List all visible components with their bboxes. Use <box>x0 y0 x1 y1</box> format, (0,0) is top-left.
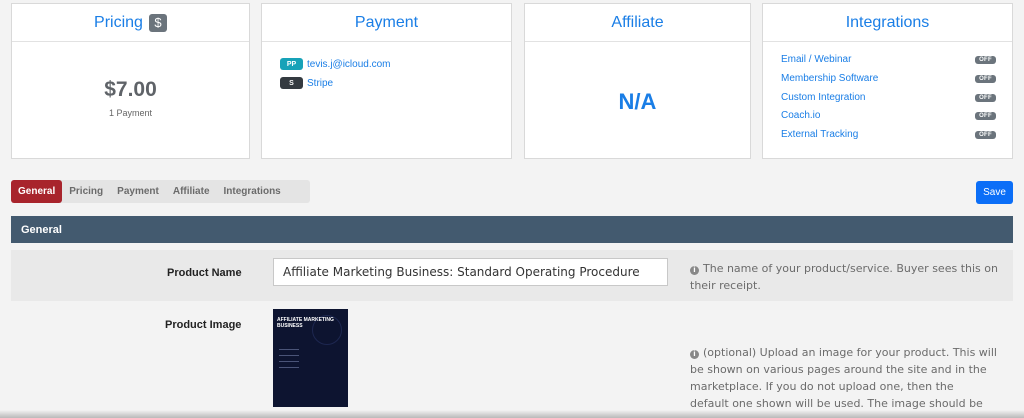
info-icon: i <box>690 350 699 359</box>
integration-label[interactable]: Coach.io <box>781 110 820 121</box>
integration-label[interactable]: Membership Software <box>781 73 878 84</box>
integration-membership-software[interactable]: Membership Software OFF <box>781 73 996 84</box>
stripe-link[interactable]: Stripe <box>307 78 333 89</box>
tab-payment[interactable]: Payment <box>110 180 166 203</box>
price-payment-count: 1 Payment <box>108 108 153 118</box>
product-image-help-line3: marketplace. If you do not upload one, t… <box>690 380 954 393</box>
product-name-help-line2: their receipt. <box>690 279 761 292</box>
tab-affiliate[interactable]: Affiliate <box>166 180 217 203</box>
paypal-badge-icon: PP <box>280 58 303 70</box>
product-image-help-line1: (optional) Upload an image for your prod… <box>703 346 997 359</box>
stripe-badge-icon: S <box>280 77 303 89</box>
save-button[interactable]: Save <box>976 181 1013 204</box>
affiliate-card: Affiliate N/A <box>524 3 751 159</box>
integration-external-tracking[interactable]: External Tracking OFF <box>781 129 996 140</box>
pricing-card: Pricing $ $7.00 1 Payment <box>11 3 250 159</box>
status-badge: OFF <box>975 55 996 64</box>
payment-method-stripe[interactable]: S Stripe <box>280 77 333 89</box>
integration-coach-io[interactable]: Coach.io OFF <box>781 110 996 121</box>
integrations-card-header: Integrations <box>763 4 1012 42</box>
price-value: $7.00 <box>104 78 157 101</box>
integrations-title: Integrations <box>845 13 930 31</box>
affiliate-value: N/A <box>618 89 657 114</box>
product-name-help-line1: The name of your product/service. Buyer … <box>703 262 998 275</box>
product-name-label: Product Name <box>167 267 242 279</box>
product-image-thumbnail[interactable]: AFFILIATE MARKETING BUSINESS <box>273 309 348 407</box>
status-badge: OFF <box>975 93 996 102</box>
cover-line <box>279 349 299 350</box>
integrations-card: Integrations Email / Webinar OFF Members… <box>762 3 1013 159</box>
window-bottom-shadow <box>0 410 1024 418</box>
integration-email-webinar[interactable]: Email / Webinar OFF <box>781 54 996 65</box>
info-icon: i <box>690 266 699 275</box>
section-tabs: General Pricing Payment Affiliate Integr… <box>11 180 310 203</box>
product-image-label: Product Image <box>165 319 242 331</box>
tab-integrations[interactable]: Integrations <box>217 180 288 203</box>
tab-general[interactable]: General <box>11 180 63 203</box>
affiliate-card-header: Affiliate <box>525 4 750 42</box>
affiliate-title: Affiliate <box>611 13 664 31</box>
payment-method-paypal[interactable]: PP tevis.j@icloud.com <box>280 58 391 70</box>
payment-card: Payment PP tevis.j@icloud.com S Stripe <box>261 3 512 159</box>
product-name-help: i The name of your product/service. Buyer… <box>690 260 1010 294</box>
dollar-icon: $ <box>148 13 167 32</box>
product-image-help: i (optional) Upload an image for your pro… <box>690 344 1010 412</box>
integration-label[interactable]: Email / Webinar <box>781 54 851 65</box>
status-badge: OFF <box>975 74 996 83</box>
section-header-general: General <box>11 216 1013 243</box>
paypal-email-link[interactable]: tevis.j@icloud.com <box>307 59 391 70</box>
payment-title: Payment <box>354 13 419 31</box>
integration-custom[interactable]: Custom Integration OFF <box>781 92 996 103</box>
product-image-help-line2: be shown on various pages around the sit… <box>690 363 987 376</box>
cover-line <box>279 355 299 356</box>
product-name-input[interactable]: Affiliate Marketing Business: Standard O… <box>273 258 668 286</box>
payment-card-header: Payment <box>262 4 511 42</box>
integration-label[interactable]: External Tracking <box>781 129 858 140</box>
cover-line <box>279 367 299 368</box>
cover-title: AFFILIATE MARKETING BUSINESS <box>277 317 334 329</box>
cover-line <box>279 361 299 362</box>
page: Pricing $ $7.00 1 Payment Payment PP tev… <box>0 0 1024 418</box>
status-badge: OFF <box>975 111 996 120</box>
integration-label[interactable]: Custom Integration <box>781 92 866 103</box>
status-badge: OFF <box>975 130 996 139</box>
tab-pricing[interactable]: Pricing <box>62 180 110 203</box>
pricing-card-header: Pricing $ <box>12 4 249 42</box>
pricing-title: Pricing <box>94 13 143 31</box>
